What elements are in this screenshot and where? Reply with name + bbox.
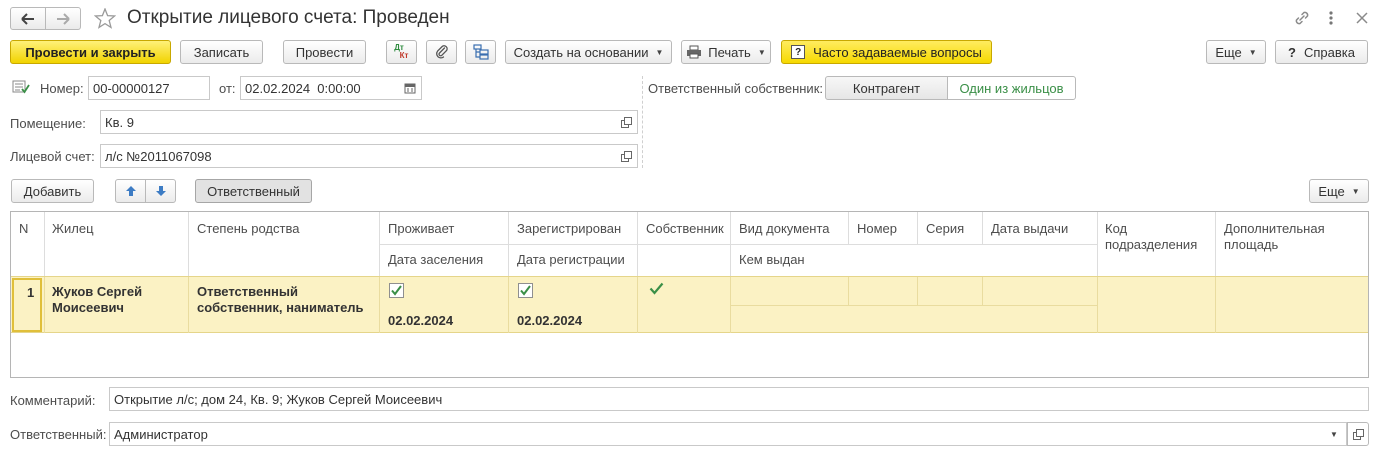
owner-option-counterparty[interactable]: Контрагент <box>825 76 948 100</box>
account-value: л/с №2011067098 <box>105 148 212 164</box>
hierarchy-icon <box>472 44 489 60</box>
number-field[interactable]: 00-00000127 <box>88 76 210 100</box>
more-button[interactable]: Еще ▼ <box>1206 40 1266 64</box>
page-title: Открытие лицевого счета: Проведен <box>127 7 450 28</box>
back-button[interactable] <box>10 7 46 30</box>
chevron-down-icon: ▼ <box>1351 186 1360 196</box>
add-button[interactable]: Добавить <box>11 179 94 203</box>
help-label: Справка <box>1303 44 1355 60</box>
create-based-on-label: Создать на основании <box>513 44 649 60</box>
col-header-registered[interactable]: Зарегистрирован <box>517 221 621 237</box>
calendar-icon[interactable] <box>402 80 418 96</box>
print-button[interactable]: Печать ▼ <box>681 40 771 64</box>
chevron-down-icon[interactable]: ▼ <box>1326 426 1342 442</box>
col-header-doc-series[interactable]: Серия <box>926 221 964 237</box>
printer-icon <box>687 45 702 59</box>
lives-checkbox[interactable] <box>389 283 404 298</box>
arrow-left-icon <box>21 12 34 25</box>
col-header-move-in-date[interactable]: Дата заселения <box>388 252 483 268</box>
faq-button[interactable]: ? Часто задаваемые вопросы <box>781 40 992 64</box>
registered-checkbox[interactable] <box>518 283 533 298</box>
attach-button[interactable] <box>426 40 457 64</box>
responsible-value: Администратор <box>114 426 208 442</box>
residents-table[interactable]: N Жилец Степень родства Проживает Дата з… <box>10 211 1369 378</box>
responsible-field[interactable]: Администратор ▼ <box>109 422 1347 446</box>
col-header-resident[interactable]: Жилец <box>52 221 94 237</box>
table-more-label: Еще <box>1318 183 1345 199</box>
reg-date-value: 02.02.2024 <box>517 313 583 328</box>
print-label: Печать <box>708 44 751 60</box>
link-icon[interactable] <box>1293 9 1311 27</box>
move-in-date-value: 02.02.2024 <box>388 313 454 328</box>
premises-label: Помещение: <box>10 116 86 131</box>
account-field[interactable]: л/с №2011067098 <box>100 144 638 168</box>
table-row[interactable]: 1 Жуков Сергей Моисеевич Ответственный с… <box>11 276 1368 333</box>
col-header-extra-area[interactable]: Дополнительная площадь <box>1224 221 1354 253</box>
arrow-right-icon <box>57 12 70 25</box>
paperclip-icon <box>435 45 448 59</box>
col-header-n[interactable]: N <box>19 221 28 237</box>
open-icon[interactable] <box>618 114 634 130</box>
forward-button[interactable] <box>45 7 81 30</box>
open-icon <box>1352 428 1364 440</box>
row-number: 1 <box>27 285 35 300</box>
move-up-button[interactable] <box>115 179 146 203</box>
structure-button[interactable] <box>465 40 496 64</box>
responsible-toggle-button[interactable]: Ответственный <box>195 179 312 203</box>
table-more-button[interactable]: Еще ▼ <box>1309 179 1369 203</box>
checkmark-icon <box>391 285 402 296</box>
post-button[interactable]: Провести <box>283 40 366 64</box>
comment-label: Комментарий: <box>10 393 96 408</box>
responsible-label: Ответственный: <box>10 427 107 442</box>
col-header-lives[interactable]: Проживает <box>388 221 454 237</box>
chevron-down-icon: ▼ <box>757 47 766 57</box>
help-icon: ? <box>1288 44 1296 60</box>
help-button[interactable]: ? Справка <box>1275 40 1368 64</box>
posted-document-icon <box>12 80 30 94</box>
col-header-issued-by[interactable]: Кем выдан <box>739 252 805 268</box>
resident-name: Жуков Сергей Моисеевич <box>52 284 143 315</box>
col-header-kinship[interactable]: Степень родства <box>197 221 299 237</box>
more-label: Еще <box>1215 44 1242 60</box>
kinship-value: Ответственный собственник, наниматель <box>197 284 364 315</box>
kebab-menu-icon[interactable] <box>1327 10 1335 26</box>
star-icon[interactable] <box>94 8 116 29</box>
col-header-dept-code[interactable]: Код подразделения <box>1105 221 1205 253</box>
responsible-open-button[interactable] <box>1347 422 1369 446</box>
premises-value: Кв. 9 <box>105 114 134 130</box>
faq-label: Часто задаваемые вопросы <box>813 44 982 60</box>
dt-kt-button[interactable]: Дт Кт <box>386 40 417 64</box>
dt-kt-icon-bottom: Кт <box>399 51 409 60</box>
col-header-reg-date[interactable]: Дата регистрации <box>517 252 625 268</box>
col-header-doc-type[interactable]: Вид документа <box>739 221 830 237</box>
date-label: от: <box>219 81 236 96</box>
account-label: Лицевой счет: <box>10 149 95 164</box>
arrow-up-icon <box>125 186 136 196</box>
post-and-close-button[interactable]: Провести и закрыть <box>10 40 171 64</box>
owner-label: Ответственный собственник: <box>648 81 823 96</box>
open-icon[interactable] <box>618 148 634 164</box>
chevron-down-icon: ▼ <box>1248 47 1257 57</box>
premises-field[interactable]: Кв. 9 <box>100 110 638 134</box>
owner-option-resident[interactable]: Один из жильцов <box>947 76 1076 100</box>
number-label: Номер: <box>40 81 84 96</box>
col-header-owner[interactable]: Собственник <box>646 221 724 237</box>
group-divider <box>642 76 643 168</box>
create-based-on-button[interactable]: Создать на основании ▼ <box>505 40 672 64</box>
save-button[interactable]: Записать <box>180 40 263 64</box>
arrow-down-icon <box>155 186 166 196</box>
comment-field[interactable]: Открытие л/с; дом 24, Кв. 9; Жуков Серге… <box>109 387 1369 411</box>
col-header-doc-number[interactable]: Номер <box>857 221 897 237</box>
move-down-button[interactable] <box>145 179 176 203</box>
owner-checkmark-icon <box>649 282 664 295</box>
date-value: 02.02.2024 0:00:00 <box>245 80 361 96</box>
col-header-issue-date[interactable]: Дата выдачи <box>991 221 1068 237</box>
question-icon: ? <box>791 45 806 59</box>
close-icon[interactable] <box>1356 12 1368 24</box>
date-field[interactable]: 02.02.2024 0:00:00 <box>240 76 422 100</box>
chevron-down-icon: ▼ <box>655 47 664 57</box>
checkmark-icon <box>520 285 531 296</box>
